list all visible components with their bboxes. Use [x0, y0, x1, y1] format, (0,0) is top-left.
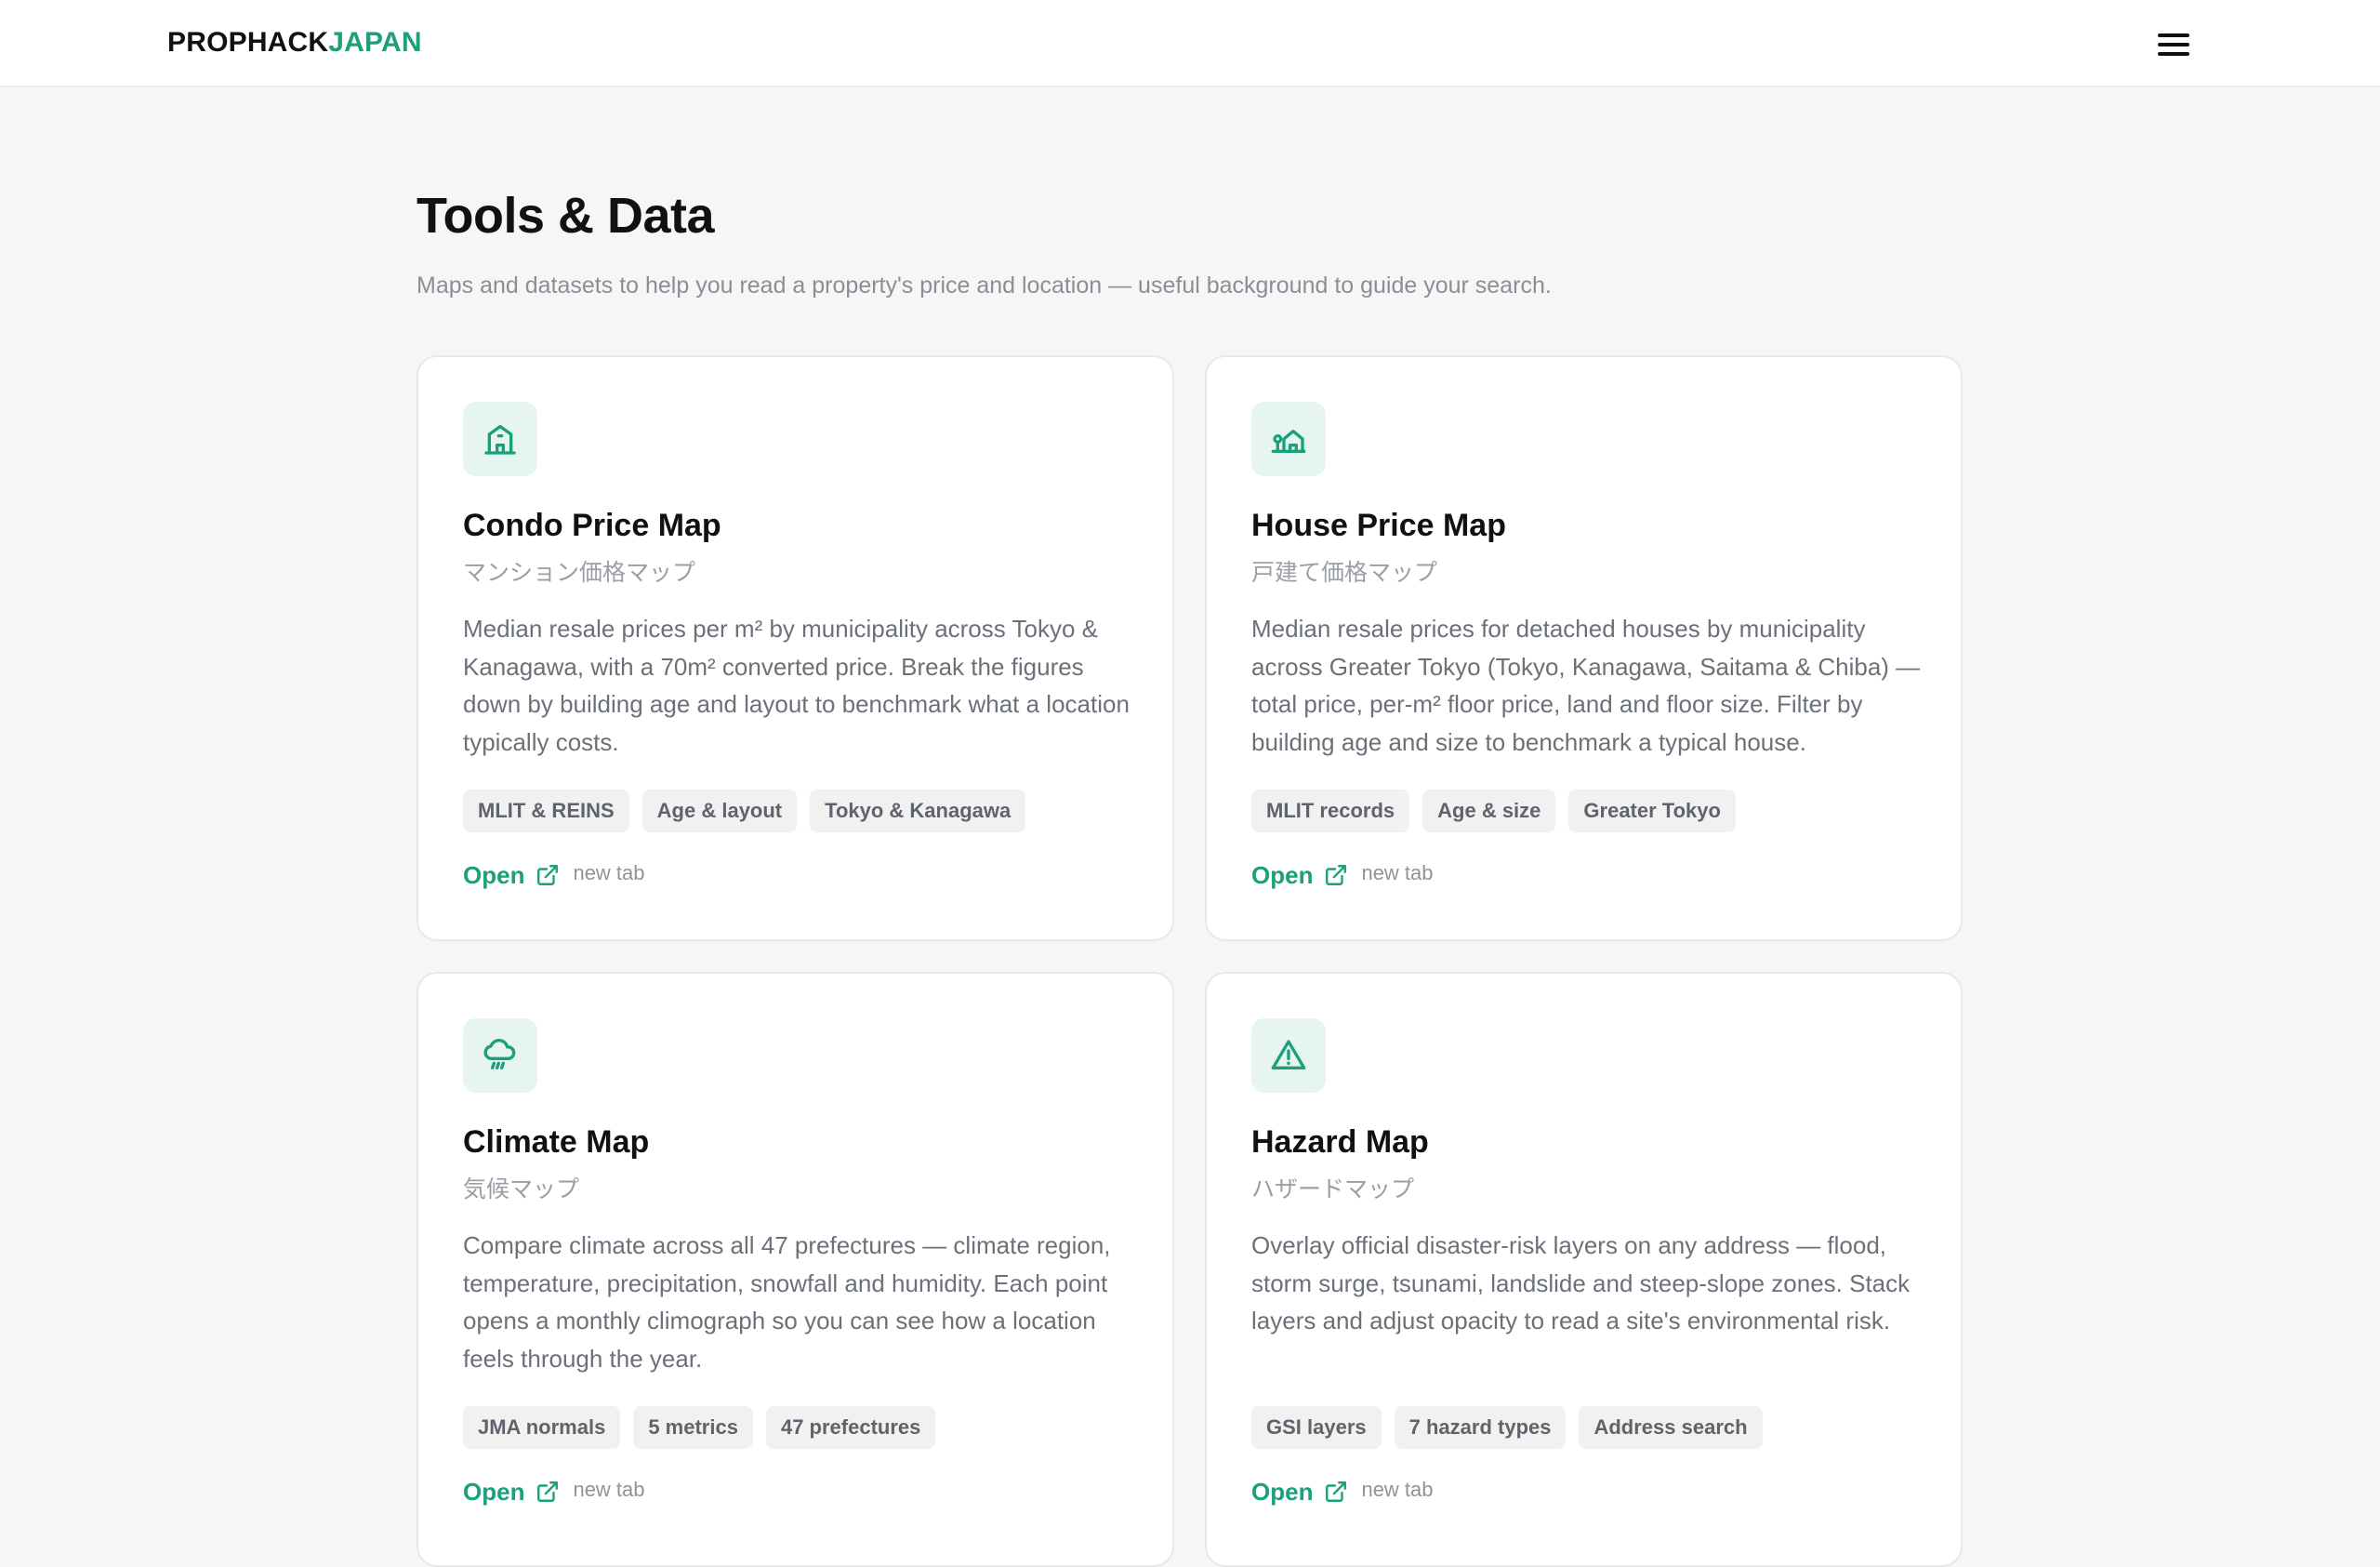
- open-link-row: Open new tab: [463, 859, 645, 891]
- tag: Age & size: [1422, 790, 1556, 832]
- external-link-icon[interactable]: [536, 1480, 560, 1504]
- tool-card-climate-map: Climate Map 気候マップ Compare climate across…: [416, 972, 1174, 1567]
- tag-list: GSI layers 7 hazard types Address search: [1251, 1406, 1763, 1449]
- open-climate-map-link[interactable]: Open: [463, 1476, 524, 1507]
- tag: JMA normals: [463, 1406, 621, 1449]
- card-japanese-title: 気候マップ: [463, 1175, 580, 1202]
- tag: Age & layout: [641, 790, 798, 832]
- tag: Greater Tokyo: [1568, 790, 1736, 832]
- external-link-icon[interactable]: [1324, 1480, 1348, 1504]
- hamburger-menu-icon[interactable]: [2155, 26, 2192, 63]
- open-link-row: Open new tab: [463, 1476, 645, 1507]
- new-tab-note: new tab: [1361, 861, 1434, 884]
- card-description: Median resale prices per m² by municipal…: [463, 615, 1130, 756]
- tag: Address search: [1579, 1406, 1763, 1449]
- tag-list: MLIT & REINS Age & layout Tokyo & Kanaga…: [463, 790, 1026, 832]
- site-logo[interactable]: PROPHACKJAPAN: [167, 26, 422, 60]
- card-japanese-title: ハザードマップ: [1251, 1175, 1415, 1202]
- tag: MLIT records: [1251, 790, 1410, 832]
- tag: Tokyo & Kanagawa: [810, 790, 1026, 832]
- tag-list: MLIT records Age & size Greater Tokyo: [1251, 790, 1736, 832]
- top-navbar: PROPHACKJAPAN: [0, 0, 2380, 87]
- card-title: Condo Price Map: [463, 508, 721, 543]
- external-link-icon[interactable]: [536, 863, 560, 887]
- menu-bar: [2158, 33, 2189, 37]
- tool-card-house-price-map: House Price Map 戸建て価格マップ Median resale p…: [1205, 355, 1963, 941]
- card-description: Compare climate across all 47 prefecture…: [463, 1231, 1111, 1373]
- card-japanese-title: 戸建て価格マップ: [1251, 559, 1438, 586]
- card-description: Median resale prices for detached houses…: [1251, 615, 1921, 756]
- tag-list: JMA normals 5 metrics 47 prefectures: [463, 1406, 936, 1449]
- open-condo-price-map-link[interactable]: Open: [463, 859, 524, 891]
- menu-bar: [2158, 52, 2189, 56]
- card-japanese-title: マンション価格マップ: [463, 559, 696, 586]
- tool-card-hazard-map: Hazard Map ハザードマップ Overlay official disa…: [1205, 972, 1963, 1567]
- house-icon: [1251, 402, 1326, 476]
- card-description: Overlay official disaster-risk layers on…: [1251, 1231, 1911, 1335]
- open-link-row: Open new tab: [1251, 1476, 1434, 1507]
- menu-bar: [2158, 43, 2189, 46]
- open-link-row: Open new tab: [1251, 859, 1434, 891]
- tag: 7 hazard types: [1394, 1406, 1567, 1449]
- tag: 5 metrics: [633, 1406, 753, 1449]
- card-title: Hazard Map: [1251, 1124, 1429, 1160]
- open-hazard-map-link[interactable]: Open: [1251, 1476, 1313, 1507]
- warning-triangle-icon: [1251, 1018, 1326, 1093]
- tag: MLIT & REINS: [463, 790, 629, 832]
- logo-japan: JAPAN: [328, 27, 422, 58]
- building-icon: [463, 402, 537, 476]
- open-house-price-map-link[interactable]: Open: [1251, 859, 1313, 891]
- new-tab-note: new tab: [573, 1478, 645, 1501]
- tag: GSI layers: [1251, 1406, 1382, 1449]
- card-title: Climate Map: [463, 1124, 650, 1160]
- page-subtitle: Maps and datasets to help you read a pro…: [416, 272, 1552, 299]
- external-link-icon[interactable]: [1324, 863, 1348, 887]
- new-tab-note: new tab: [573, 861, 645, 884]
- page-title: Tools & Data: [416, 188, 715, 244]
- tool-card-condo-price-map: Condo Price Map マンション価格マップ Median resale…: [416, 355, 1174, 941]
- new-tab-note: new tab: [1361, 1478, 1434, 1501]
- cloud-rain-icon: [463, 1018, 537, 1093]
- tag: 47 prefectures: [765, 1406, 936, 1449]
- logo-prophack: PROPHACK: [167, 27, 329, 58]
- card-title: House Price Map: [1251, 508, 1506, 543]
